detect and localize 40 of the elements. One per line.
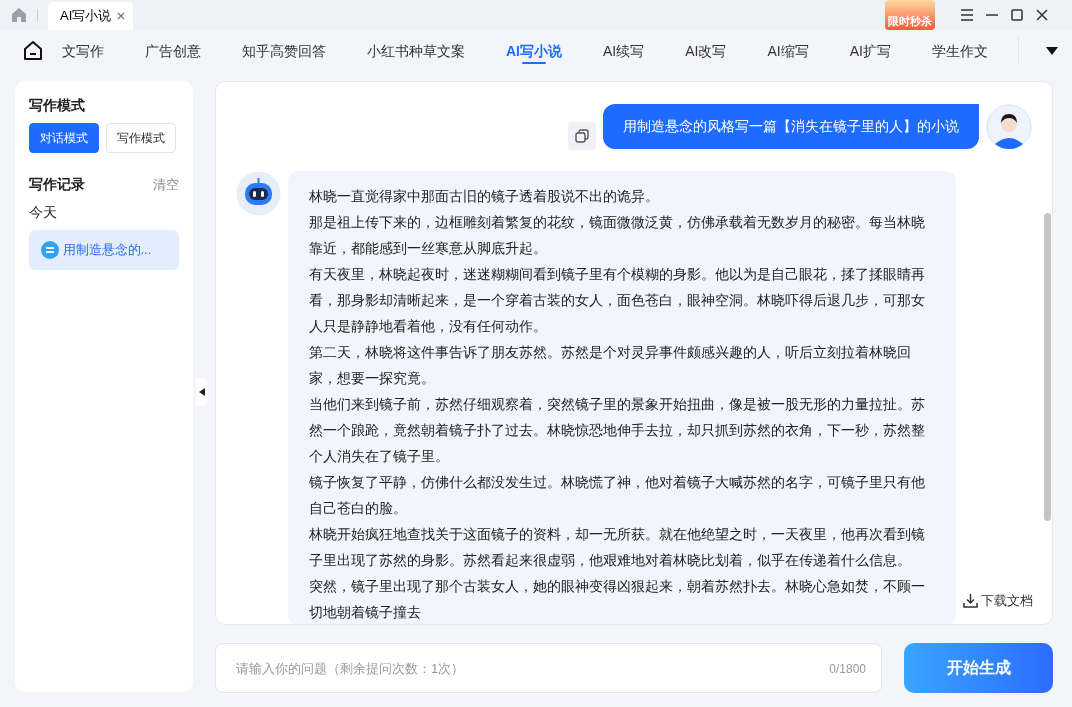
section-title: 写作模式 bbox=[29, 96, 86, 115]
user-message: 用制造悬念的风格写一篇【消失在镜子里的人】的小说 bbox=[603, 104, 979, 149]
nav-tab[interactable]: 小红书种草文案 bbox=[367, 30, 465, 72]
nav-tab[interactable]: 文写作 bbox=[62, 30, 104, 72]
mode-button[interactable]: 写作模式 bbox=[106, 123, 176, 153]
avatar bbox=[986, 104, 1032, 150]
collapse-handle[interactable] bbox=[196, 378, 208, 406]
paragraph: 林晓一直觉得家中那面古旧的镜子透着股说不出的诡异。 bbox=[309, 187, 660, 206]
nav-tab[interactable]: AI改写 bbox=[685, 30, 727, 72]
robot-avatar bbox=[236, 171, 281, 216]
date-label: 今天 bbox=[29, 203, 58, 222]
download-icon bbox=[962, 592, 978, 608]
copy-button[interactable] bbox=[568, 122, 596, 150]
clear-button[interactable]: 清空 bbox=[153, 174, 179, 195]
home-icon[interactable] bbox=[22, 40, 44, 62]
nav-tab[interactable]: AI扩写 bbox=[849, 30, 891, 72]
collapse-icon bbox=[199, 388, 205, 396]
paragraph: 第二天，林晓将这件事告诉了朋友苏然。苏然是个对灵异事件颇感兴趣的人，听后立刻拉着林晓回家，想要一探究竟。 bbox=[309, 343, 912, 388]
document-icon bbox=[41, 240, 59, 259]
paragraph: 当他们来到镜子前，苏然仔细观察着，突然镜子里的景象开始扭曲，像是被一股无形的力量拉扯。苏然一个踉跄，竟然朝着镜子扑了过去。林晓惊恐地伸手去拉，却只抓到苏然的衣角，下一秒，苏然整个人消失在了镜子里。 bbox=[309, 395, 926, 466]
copy-icon bbox=[575, 129, 589, 143]
paragraph: 有天夜里，林晓起夜时，迷迷糊糊间看到镜子里有个模糊的身影。他以为是自己眼花，揉了揉眼睛再看，那身影却清晰起来，是一个穿着古装的女人，面色苍白，眼神空洞。林晓吓得后退几步，可那女人只是静静地看着他，没有任何动作。 bbox=[309, 265, 926, 336]
paragraph: 突然，镜子里出现了那个古装女人，她的眼神变得凶狠起来，朝着苏然扑去。林晓心急如焚，不顾一切地朝着镜子撞去 bbox=[309, 577, 926, 622]
nav-tab[interactable]: 广告创意 bbox=[145, 30, 201, 72]
history-item[interactable]: 用制造悬念的... bbox=[29, 230, 179, 270]
window-tab[interactable]: AI写小说 bbox=[48, 2, 134, 30]
nav-tab[interactable]: AI写小说 bbox=[506, 30, 562, 72]
scrollbar[interactable] bbox=[1044, 213, 1051, 521]
char-counter: 0/1800 bbox=[829, 661, 866, 678]
nav-tab[interactable]: AI续写 bbox=[603, 30, 645, 72]
nav-tab[interactable]: 知乎高赞回答 bbox=[242, 30, 326, 72]
mode-button[interactable]: 对话模式 bbox=[29, 123, 99, 153]
generate-button[interactable]: 开始生成 bbox=[904, 643, 1053, 693]
nav-tab[interactable]: AI缩写 bbox=[767, 30, 809, 72]
paragraph: 那是祖上传下来的，边框雕刻着繁复的花纹，镜面微微泛黄，仿佛承载着无数岁月的秘密。每当林晓靠近，都能感到一丝寒意从脚底升起。 bbox=[309, 213, 926, 258]
paragraph: 镜子恢复了平静，仿佛什么都没发生过。林晓慌了神，他对着镜子大喊苏然的名字，可镜子里只有他自己苍白的脸。 bbox=[309, 473, 926, 518]
section-title: 写作记录 bbox=[29, 175, 85, 194]
dropdown-icon[interactable] bbox=[1045, 46, 1059, 56]
paragraph: 林晓开始疯狂地查找关于这面镜子的资料，却一无所获。就在他绝望之时，一天夜里，他再次看到镜子里出现了苏然的身影。苏然看起来很虚弱，他艰难地对着林晓比划着，似乎在传递着什么信息。 bbox=[309, 525, 926, 570]
nav-tab[interactable]: 学生作文 bbox=[931, 30, 988, 72]
